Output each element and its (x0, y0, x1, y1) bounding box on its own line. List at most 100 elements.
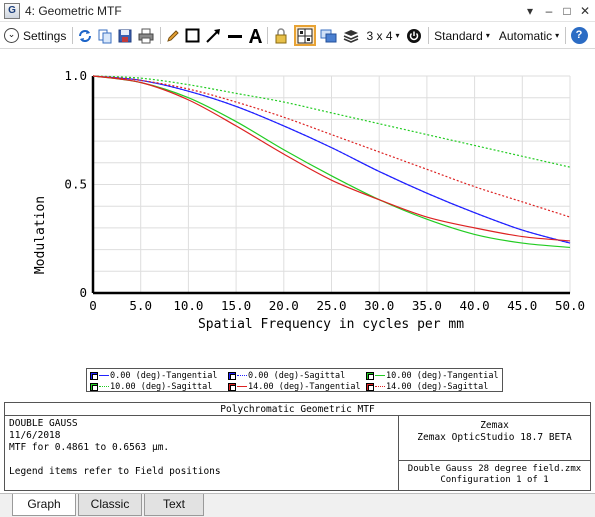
legend-swatch-icon (228, 371, 236, 380)
refresh-icon (79, 29, 91, 42)
window-menu-icon[interactable]: ▾ (522, 3, 538, 19)
standard-dropdown[interactable]: Standard ▾ (432, 25, 492, 46)
toolbar: ⌄ Settings 3 x 4 ▾ Standard ▾ Automatic … (0, 22, 595, 49)
x-tick-label: 40.0 (460, 298, 490, 313)
power-button[interactable] (404, 25, 424, 46)
layers-icon (343, 29, 359, 43)
y-tick-label: 0 (79, 285, 87, 300)
caret-down-icon: ▾ (395, 31, 400, 40)
legend-label: 0.00 (deg)-Sagittal (248, 370, 346, 381)
x-tick-label: 50.0 (555, 298, 585, 313)
info-panel: Polychromatic Geometric MTF DOUBLE GAUSS… (4, 402, 591, 491)
standard-label: Standard (434, 28, 483, 43)
lock-button[interactable] (272, 25, 290, 46)
print-button[interactable] (136, 25, 156, 46)
software-info: Zemax Zemax OpticStudio 18.7 BETA (398, 416, 590, 461)
toolbar-divider (160, 27, 161, 44)
rectangle-tool[interactable] (184, 25, 201, 46)
info-title: Polychromatic Geometric MTF (5, 403, 590, 416)
x-axis-label: Spatial Frequency in cycles per mm (198, 317, 464, 332)
refresh-button[interactable] (76, 25, 94, 46)
toolbar-divider (72, 27, 73, 44)
configuration-label: Configuration 1 of 1 (440, 475, 549, 485)
settings-button[interactable]: ⌄ Settings (4, 25, 70, 46)
window-tile-icon (320, 29, 337, 42)
toolbar-divider (267, 27, 268, 44)
software-version: Zemax OpticStudio 18.7 BETA (417, 432, 572, 443)
legend-label: 10.00 (deg)-Sagittal (110, 381, 213, 392)
settings-label: Settings (23, 28, 67, 43)
minimize-icon[interactable]: – (541, 3, 557, 19)
legend-item: 14.00 (deg)-Tangential (228, 381, 361, 392)
text-a-icon (249, 28, 262, 43)
copy-button[interactable] (96, 25, 114, 46)
tab-graph[interactable]: Graph (12, 494, 76, 516)
y-tick-label: 1.0 (64, 68, 87, 83)
caret-down-icon: ▾ (485, 31, 490, 40)
save-button[interactable] (116, 25, 134, 46)
mtf-plot: Modulation Spatial Frequency in cycles p… (33, 68, 585, 332)
power-icon (407, 28, 421, 43)
x-tick-label: 5.0 (129, 298, 152, 313)
legend-line-sample (237, 375, 247, 376)
file-info: Double Gauss 28 degree field.zmx Configu… (398, 461, 590, 490)
help-button[interactable]: ? (569, 25, 589, 46)
legend-item: 10.00 (deg)-Tangential (366, 370, 499, 381)
text-tool[interactable] (247, 25, 264, 46)
tab-classic[interactable]: Classic (78, 494, 142, 516)
legend-swatch-icon (366, 382, 374, 391)
file-name: Double Gauss 28 degree field.zmx (407, 464, 582, 474)
window-title: 4: Geometric MTF (25, 4, 122, 18)
legend-swatch-icon (90, 382, 98, 391)
toolbar-divider (565, 27, 566, 44)
legend-swatch-icon (228, 382, 236, 391)
x-tick-label: 25.0 (316, 298, 346, 313)
maximize-icon[interactable]: □ (559, 3, 575, 19)
layout-dropdown[interactable]: 3 x 4 ▾ (364, 25, 402, 46)
chevron-down-icon: ⌄ (4, 28, 19, 43)
legend-item: 0.00 (deg)-Sagittal (228, 370, 345, 381)
layers-button[interactable] (341, 25, 361, 46)
legend-label: 0.00 (deg)-Tangential (110, 370, 218, 381)
print-icon (138, 28, 154, 43)
x-tick-label: 35.0 (412, 298, 442, 313)
legend-swatch-icon (366, 371, 374, 380)
legend-label: 14.00 (deg)-Sagittal (386, 381, 489, 392)
window-layout-button[interactable] (319, 25, 338, 46)
pencil-icon (167, 29, 179, 42)
vendor-name: Zemax (480, 420, 509, 431)
automatic-label: Automatic (498, 28, 553, 43)
pencil-tool[interactable] (165, 25, 181, 46)
automatic-dropdown[interactable]: Automatic ▾ (495, 25, 563, 46)
tab-text[interactable]: Text (144, 494, 204, 516)
legend-label: 10.00 (deg)-Tangential (386, 370, 499, 381)
copy-icon (98, 29, 112, 43)
legend-label: 14.00 (deg)-Tangential (248, 381, 361, 392)
legend-note: Legend items refer to Field positions (9, 466, 221, 477)
legend-line-sample (375, 375, 385, 376)
x-tick-label: 10.0 (173, 298, 203, 313)
wavelength-range: MTF for 0.4861 to 0.6563 µm. (9, 442, 170, 453)
close-icon[interactable]: ✕ (577, 3, 593, 19)
info-description: DOUBLE GAUSS 11/6/2018 MTF for 0.4861 to… (9, 418, 221, 478)
legend-line-sample (99, 375, 109, 376)
caret-down-icon: ▾ (555, 31, 560, 40)
rectangle-icon (185, 28, 200, 43)
plot-legend: 0.00 (deg)-Tangential 0.00 (deg)-Sagittal… (86, 368, 503, 392)
save-icon (118, 29, 132, 42)
title-bar: G 4: Geometric MTF ▾ – □ ✕ (0, 0, 595, 22)
grid-layout-button[interactable] (294, 25, 316, 46)
y-tick-label: 0.5 (64, 177, 87, 192)
x-tick-label: 20.0 (269, 298, 299, 313)
tab-bar: Graph Classic Text (0, 493, 595, 517)
y-axis-label: Modulation (33, 196, 48, 274)
line-tool[interactable] (226, 25, 244, 46)
app-icon: G (4, 3, 20, 19)
grid-layout-icon (297, 28, 313, 43)
lock-icon (275, 27, 287, 43)
legend-line-sample (99, 386, 109, 387)
x-tick-label: 30.0 (364, 298, 394, 313)
arrow-tool[interactable] (204, 25, 222, 46)
legend-line-sample (237, 386, 247, 387)
